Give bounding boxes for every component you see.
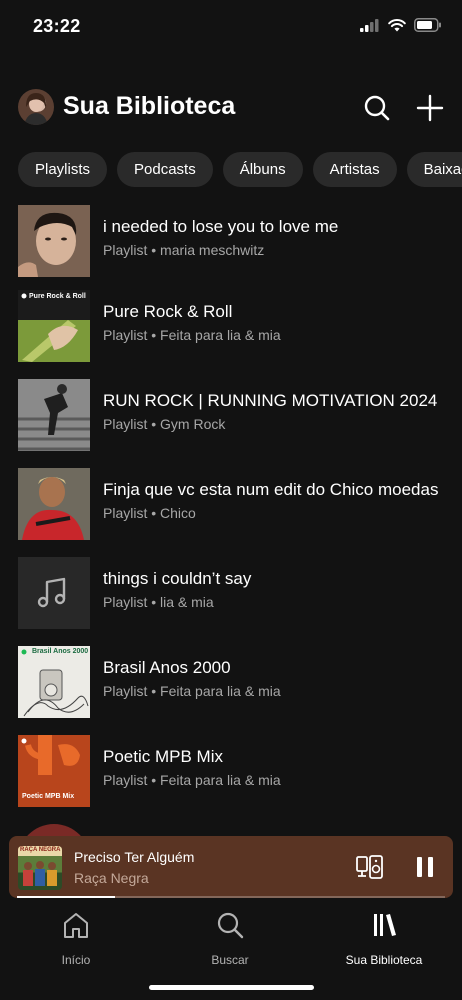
playlist-cover [18, 468, 90, 540]
cover-label: Poetic MPB Mix [22, 793, 75, 800]
nav-label-library: Sua Biblioteca [345, 953, 423, 967]
home-icon [64, 913, 88, 938]
status-bar: 23:22 [0, 0, 462, 56]
nav-label-search: Buscar [211, 953, 249, 967]
list-item[interactable]: RUN ROCK | RUNNING MOTIVATION 2024 Playl… [0, 379, 462, 451]
list-item[interactable]: things i couldn’t say Playlist • lia & m… [0, 557, 462, 629]
playlist-cover: Poetic MPB Mix [18, 735, 90, 807]
now-playing-artist: Raça Negra [74, 870, 149, 886]
list-item[interactable]: Finja que vc esta num edit do Chico moed… [0, 468, 462, 540]
playlist-cover [18, 205, 90, 277]
avatar-image [24, 93, 48, 125]
item-subtitle: Playlist • Feita para lia & mia [103, 327, 281, 343]
filter-chips: Playlists Podcasts Álbuns Artistas Baixados [18, 152, 462, 187]
home-indicator [149, 985, 314, 990]
nav-item-home[interactable]: Início [16, 910, 136, 967]
music-note-icon [37, 577, 66, 608]
page-title: Sua Biblioteca [63, 92, 236, 120]
avatar[interactable] [18, 89, 54, 125]
playlist-cover [18, 379, 90, 451]
list-item[interactable]: i needed to lose you to love me Playlist… [0, 205, 462, 277]
filter-chip-albums[interactable]: Álbuns [222, 152, 303, 187]
item-title: RUN ROCK | RUNNING MOTIVATION 2024 [103, 391, 438, 410]
library-list: i needed to lose you to love me Playlist… [0, 205, 462, 845]
plus-icon [416, 94, 444, 122]
library-icon [374, 914, 396, 936]
add-button[interactable] [414, 92, 446, 124]
item-subtitle: Playlist • Feita para lia & mia [103, 772, 281, 788]
item-title: things i couldn’t say [103, 569, 252, 588]
list-item[interactable]: Pure Rock & Roll Pure Rock & Roll Playli… [0, 290, 462, 362]
playlist-cover [18, 557, 90, 629]
item-subtitle: Playlist • Gym Rock [103, 416, 226, 432]
item-subtitle: Playlist • Feita para lia & mia [103, 683, 281, 699]
library-header: Sua Biblioteca [0, 80, 462, 136]
filter-chip-podcasts[interactable]: Podcasts [117, 152, 213, 187]
item-subtitle: Playlist • lia & mia [103, 594, 214, 610]
nav-item-library[interactable]: Sua Biblioteca [324, 910, 444, 967]
status-time: 23:22 [33, 16, 81, 36]
item-subtitle: Playlist • maria meschwitz [103, 242, 265, 258]
item-title: Pure Rock & Roll [103, 302, 233, 321]
item-title: Poetic MPB Mix [103, 747, 223, 766]
now-playing-cover: RAÇA NEGRA [18, 846, 62, 890]
filter-chip-playlists[interactable]: Playlists [18, 152, 108, 187]
devices-icon [356, 855, 383, 879]
item-subtitle: Playlist • Chico [103, 505, 196, 521]
nav-item-search[interactable]: Buscar [170, 910, 290, 967]
playlist-cover: Brasil Anos 2000 [18, 646, 90, 718]
pause-icon [417, 857, 433, 877]
mini-player[interactable]: RAÇA NEGRA Preciso Ter Alguém Raça Negra [9, 836, 453, 898]
item-title: Finja que vc esta num edit do Chico moed… [103, 480, 439, 499]
search-icon [364, 95, 390, 121]
nav-label-home: Início [61, 953, 91, 967]
playlist-cover: Pure Rock & Roll [18, 290, 90, 362]
item-title: Brasil Anos 2000 [103, 658, 231, 677]
pause-button[interactable] [410, 852, 440, 882]
connect-device-button[interactable] [355, 852, 385, 882]
search-button[interactable] [361, 92, 393, 124]
item-title: i needed to lose you to love me [103, 217, 339, 236]
now-playing-title: Preciso Ter Alguém [74, 849, 195, 865]
cover-label: Brasil Anos 2000 [32, 648, 89, 655]
battery-icon [414, 18, 441, 32]
wifi-icon [388, 18, 406, 31]
now-playing-cover-label: RAÇA NEGRA [20, 847, 61, 853]
cover-label: Pure Rock & Roll [29, 293, 86, 300]
filter-chip-downloads[interactable]: Baixados [406, 152, 462, 187]
signal-icon [360, 18, 379, 32]
list-item[interactable]: Poetic MPB Mix Poetic MPB Mix Playlist •… [0, 735, 462, 807]
list-item[interactable]: Brasil Anos 2000 Brasil Anos 2000 Playli… [0, 646, 462, 718]
filter-chip-artists[interactable]: Artistas [312, 152, 397, 187]
search-icon [217, 912, 244, 939]
